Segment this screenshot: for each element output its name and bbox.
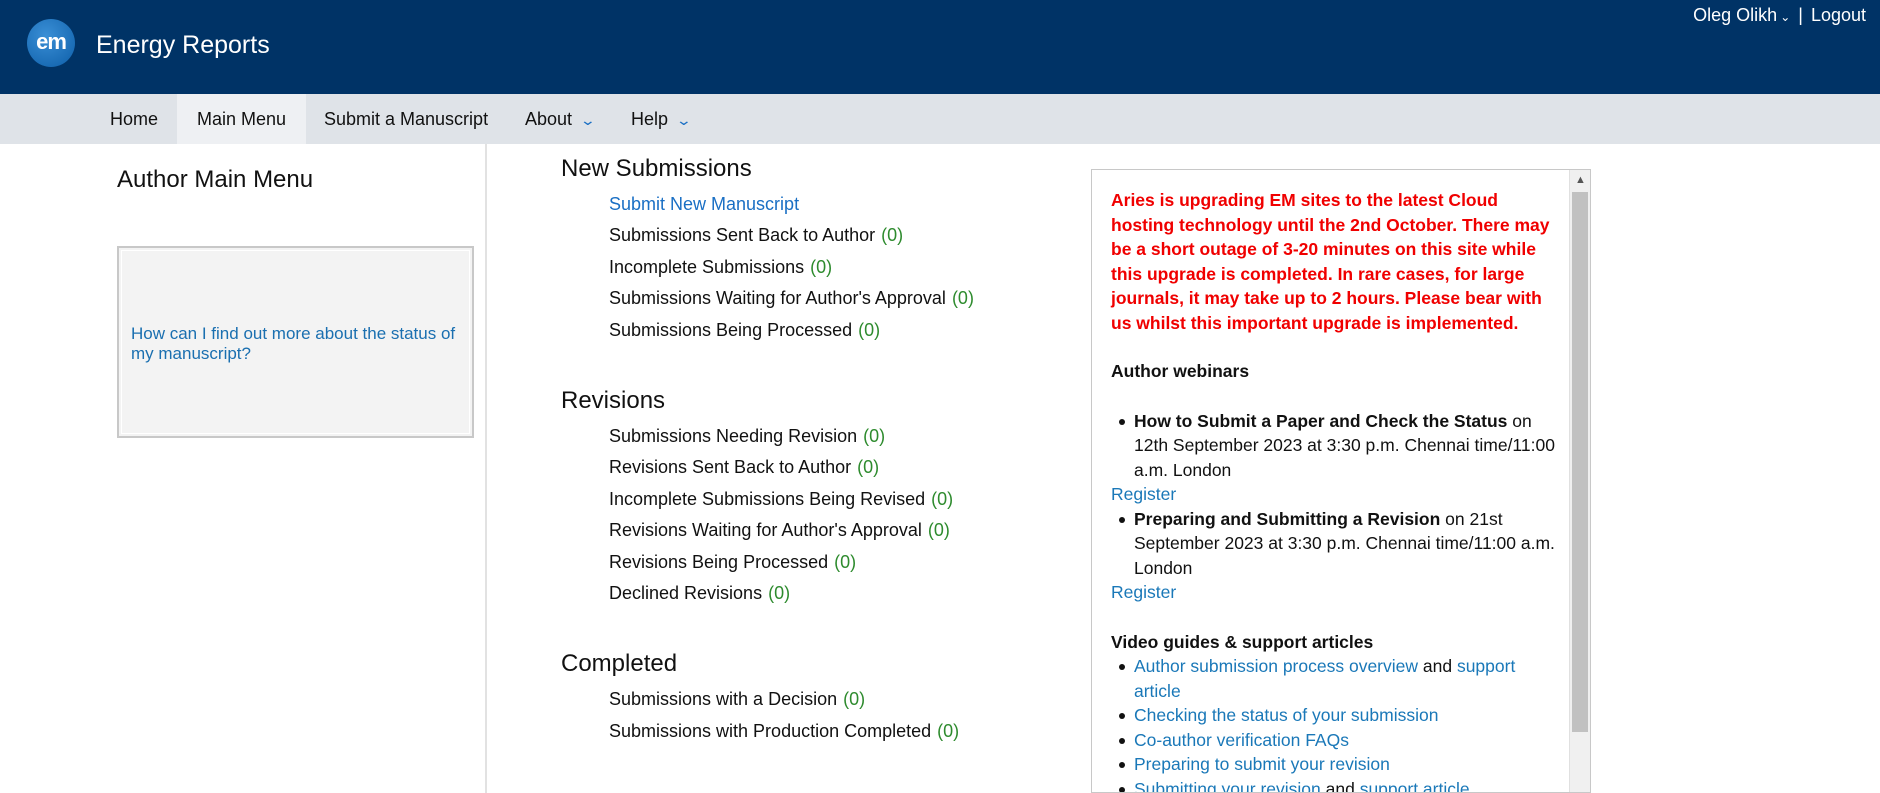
- nav-main-menu[interactable]: Main Menu: [177, 94, 307, 144]
- register-link[interactable]: Register: [1111, 582, 1176, 602]
- webinars-heading: Author webinars: [1111, 361, 1250, 381]
- list-item: Checking the status of your submission: [1111, 703, 1559, 728]
- item-label: Submissions with Production Completed: [609, 721, 932, 741]
- item-label: Submissions Being Processed: [609, 320, 853, 340]
- item-count: (0): [834, 552, 857, 572]
- guide-link[interactable]: Preparing to submit your revision: [1134, 754, 1390, 774]
- journal-title[interactable]: Energy Reports: [96, 31, 270, 60]
- list-item[interactable]: Submissions Needing Revision (0): [609, 426, 885, 447]
- guide-link[interactable]: Checking the status of your submission: [1134, 705, 1438, 725]
- main-nav: Home Main Menu Submit a Manuscript About…: [0, 94, 1880, 144]
- submit-new-manuscript-link[interactable]: Submit New Manuscript: [609, 194, 799, 215]
- nav-home[interactable]: Home: [90, 94, 178, 144]
- list-item[interactable]: Submissions Sent Back to Author (0): [609, 225, 903, 246]
- chevron-down-icon[interactable]: ⌄: [580, 95, 596, 145]
- nav-help[interactable]: Help ⌄: [611, 94, 710, 144]
- guide-link[interactable]: Author submission process overview: [1134, 656, 1418, 676]
- scrollbar[interactable]: ▲: [1569, 170, 1590, 792]
- nav-submit-label: Submit a Manuscript: [324, 109, 489, 129]
- section-title-completed: Completed: [561, 650, 678, 677]
- webinar-title: How to Submit a Paper and Check the Stat…: [1134, 410, 1508, 431]
- list-item[interactable]: Submissions Waiting for Author's Approva…: [609, 288, 974, 309]
- item-count: (0): [863, 426, 886, 446]
- list-item: Co-author verification FAQs: [1111, 728, 1559, 753]
- item-label: Revisions Sent Back to Author: [609, 457, 852, 477]
- guides-list: Author submission process overview and s…: [1111, 654, 1559, 793]
- faq-link[interactable]: How can I find out more about the status…: [131, 324, 460, 364]
- logout-link[interactable]: Logout: [1811, 5, 1866, 26]
- and-text: and: [1418, 656, 1457, 676]
- app-header: em Energy Reports Oleg Olikh ⌄ | Logout: [0, 0, 1880, 94]
- list-item: Preparing and Submitting a Revision on 2…: [1111, 507, 1559, 581]
- user-name[interactable]: Oleg Olikh: [1693, 5, 1777, 25]
- item-count: (0): [858, 320, 881, 340]
- webinar-title: Preparing and Submitting a Revision: [1134, 508, 1441, 529]
- item-count: (0): [857, 457, 880, 477]
- item-count: (0): [881, 225, 904, 245]
- upgrade-warning: Aries is upgrading EM sites to the lates…: [1111, 190, 1550, 333]
- list-item: Author submission process overview and s…: [1111, 654, 1559, 703]
- announcement-panel[interactable]: Aries is upgrading EM sites to the lates…: [1091, 169, 1591, 793]
- list-item[interactable]: Incomplete Submissions Being Revised (0): [609, 489, 953, 510]
- item-label: Submissions with a Decision: [609, 689, 838, 709]
- list-item[interactable]: Submissions with Production Completed (0): [609, 721, 959, 742]
- item-label: Submissions Sent Back to Author: [609, 225, 876, 245]
- item-count: (0): [927, 520, 950, 540]
- item-count: (0): [768, 583, 791, 603]
- list-item[interactable]: Submissions Being Processed (0): [609, 320, 880, 341]
- nav-submit-manuscript[interactable]: Submit a Manuscript: [304, 94, 508, 144]
- webinar-list: Preparing and Submitting a Revision on 2…: [1111, 507, 1559, 581]
- item-label: Submissions Needing Revision: [609, 426, 858, 446]
- register-link[interactable]: Register: [1111, 484, 1176, 504]
- list-item[interactable]: Declined Revisions (0): [609, 583, 790, 604]
- list-item[interactable]: Revisions Waiting for Author's Approval(…: [609, 520, 950, 541]
- item-label: Revisions Being Processed: [609, 552, 829, 572]
- nav-home-label: Home: [110, 109, 159, 129]
- nav-about[interactable]: About ⌄: [505, 94, 614, 144]
- nav-about-label: About: [525, 109, 573, 129]
- list-item: How to Submit a Paper and Check the Stat…: [1111, 409, 1559, 483]
- section-title-new: New Submissions: [561, 155, 752, 182]
- chevron-down-icon[interactable]: ⌄: [1780, 10, 1790, 24]
- list-item: Preparing to submit your revision: [1111, 752, 1559, 777]
- item-label: Declined Revisions: [609, 583, 763, 603]
- em-logo[interactable]: em: [27, 19, 75, 67]
- separator: |: [1798, 5, 1803, 25]
- guides-heading: Video guides & support articles: [1111, 631, 1374, 652]
- user-menu[interactable]: Oleg Olikh ⌄: [1693, 5, 1790, 26]
- list-item: Submitting your revision and support art…: [1111, 777, 1559, 793]
- list-item[interactable]: Revisions Being Processed (0): [609, 552, 856, 573]
- chevron-up-icon[interactable]: ▲: [1570, 170, 1590, 190]
- and-text: and: [1320, 778, 1360, 793]
- list-item[interactable]: Incomplete Submissions (0): [609, 257, 832, 278]
- item-count: (0): [931, 489, 954, 509]
- nav-help-label: Help: [631, 109, 669, 129]
- item-count: (0): [937, 721, 960, 741]
- user-area: Oleg Olikh ⌄ | Logout: [1693, 5, 1866, 26]
- item-label: Submissions Waiting for Author's Approva…: [609, 288, 946, 308]
- section-title-revisions: Revisions: [561, 387, 666, 414]
- left-sidebar: Author Main Menu How can I find out more…: [92, 144, 487, 793]
- webinar-list: How to Submit a Paper and Check the Stat…: [1111, 409, 1559, 483]
- item-count: (0): [810, 257, 833, 277]
- nav-main-menu-label: Main Menu: [197, 109, 287, 129]
- support-article-link[interactable]: support article: [1360, 779, 1470, 793]
- item-label: Revisions Waiting for Author's Approval: [609, 520, 922, 540]
- faq-box: How can I find out more about the status…: [117, 246, 474, 438]
- item-count: (0): [951, 288, 974, 308]
- scroll-thumb[interactable]: [1572, 192, 1588, 732]
- item-label: Incomplete Submissions Being Revised: [609, 489, 926, 509]
- list-item[interactable]: Submissions with a Decision (0): [609, 689, 865, 710]
- chevron-down-icon[interactable]: ⌄: [676, 95, 692, 145]
- announcement-content: Aries is upgrading EM sites to the lates…: [1111, 188, 1559, 793]
- page-title: Author Main Menu: [117, 166, 314, 193]
- guide-link[interactable]: Co-author verification FAQs: [1134, 730, 1349, 750]
- list-item[interactable]: Revisions Sent Back to Author (0): [609, 457, 879, 478]
- item-label: Incomplete Submissions: [609, 257, 805, 277]
- guide-link[interactable]: Submitting your revision: [1134, 779, 1321, 793]
- item-count: (0): [843, 689, 866, 709]
